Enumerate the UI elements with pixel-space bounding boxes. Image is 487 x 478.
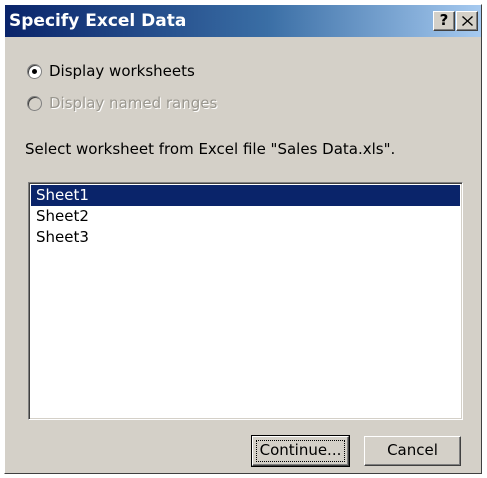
close-icon (462, 16, 473, 26)
worksheet-list-item[interactable]: Sheet1 (31, 185, 460, 206)
radio-selected-icon (27, 64, 42, 79)
close-button[interactable] (456, 11, 478, 31)
display-named-ranges-label: Display named ranges (49, 94, 218, 112)
window-title: Specify Excel Data (9, 11, 187, 31)
continue-button[interactable]: Continue... (251, 435, 350, 467)
instruction-text: Select worksheet from Excel file "Sales … (25, 140, 396, 158)
worksheet-list[interactable]: Sheet1 Sheet2 Sheet3 (28, 182, 463, 420)
cancel-button[interactable]: Cancel (364, 436, 461, 466)
help-button[interactable]: ? (433, 11, 455, 31)
worksheet-list-item[interactable]: Sheet3 (31, 227, 460, 248)
title-bar[interactable]: Specify Excel Data ? (5, 5, 481, 37)
help-icon: ? (439, 11, 449, 29)
display-worksheets-label: Display worksheets (49, 62, 195, 80)
worksheet-list-item[interactable]: Sheet2 (31, 206, 460, 227)
radio-unselected-icon (27, 96, 42, 111)
cancel-button-label: Cancel (387, 441, 438, 459)
specify-excel-data-dialog: Specify Excel Data ? Display worksheets … (4, 4, 482, 474)
